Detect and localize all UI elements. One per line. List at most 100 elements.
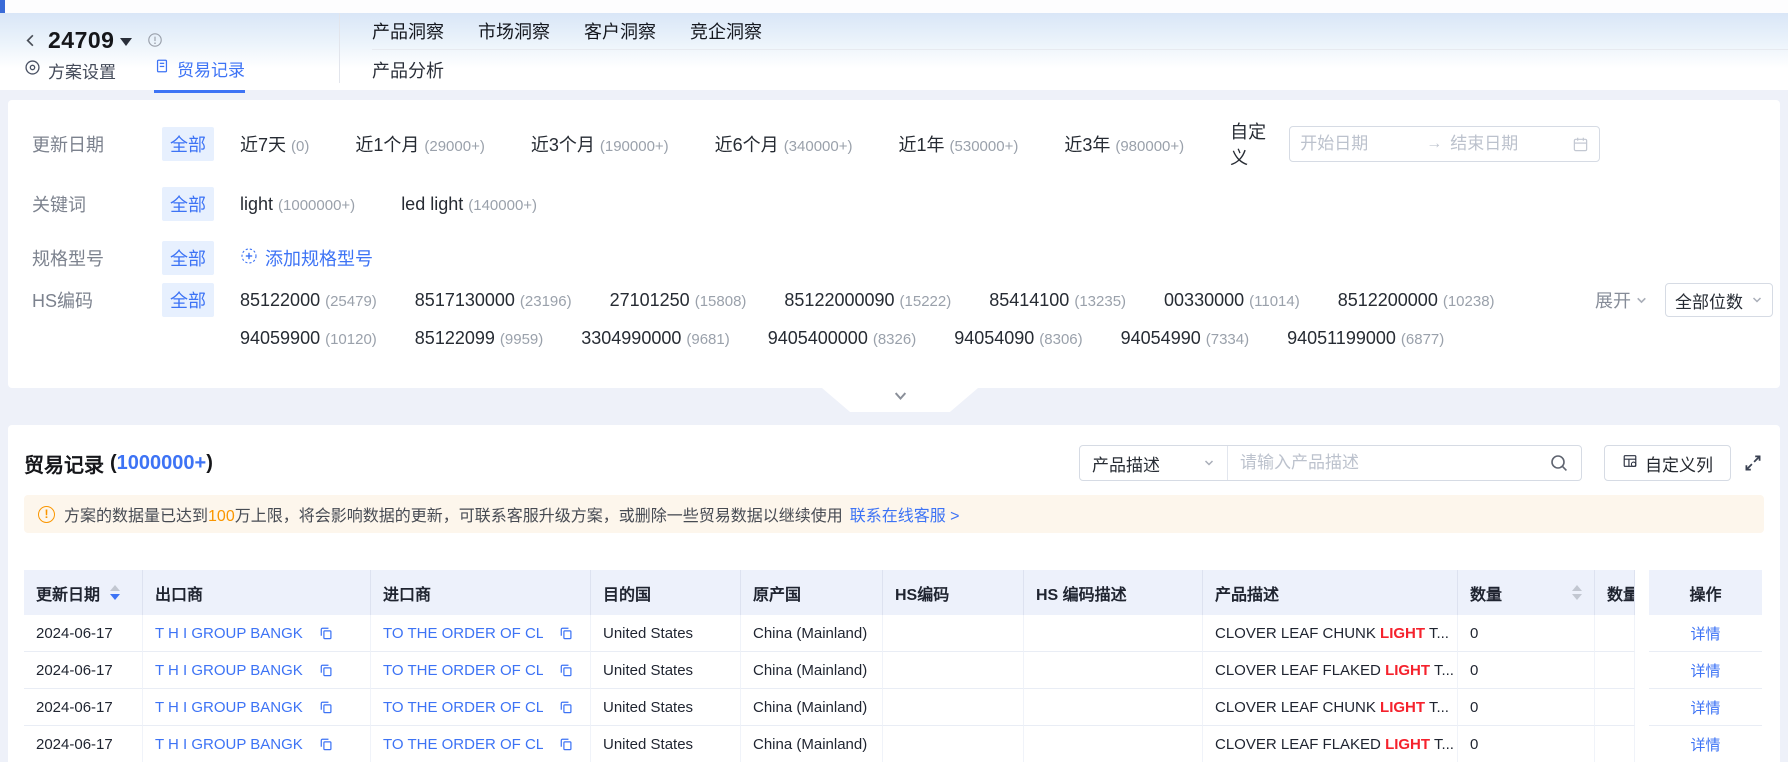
hs-code-all-chip[interactable]: 全部 <box>162 283 214 317</box>
date-range-picker[interactable]: → <box>1289 126 1600 162</box>
insight-subnav: 产品分析 <box>372 50 1788 90</box>
option-hs-code[interactable]: 8517130000 (23196) <box>415 290 572 311</box>
spec-all-chip[interactable]: 全部 <box>162 241 214 275</box>
cell-importer: TO THE ORDER OF CL <box>371 615 591 652</box>
option-last-3-years[interactable]: 近3年 (980000+) <box>1064 131 1184 157</box>
product-keyword-highlight: LIGHT <box>1385 661 1431 679</box>
option-text: 近3个月 <box>530 135 595 155</box>
trade-records-icon <box>154 58 170 79</box>
option-hs-code[interactable]: 94054090 (8306) <box>954 328 1082 349</box>
nav-competitor-insight[interactable]: 竞企洞察 <box>690 18 762 44</box>
option-hs-code[interactable]: 94051199000 (6877) <box>1287 328 1444 349</box>
plan-settings-icon <box>24 59 41 81</box>
expand-label: 展开 <box>1595 291 1631 311</box>
title-caret-down-icon[interactable] <box>120 37 133 46</box>
exporter-link[interactable]: T H I GROUP BANGK <box>155 662 303 679</box>
copy-icon[interactable] <box>319 626 333 640</box>
nav-market-insight[interactable]: 市场洞察 <box>478 18 550 44</box>
nav-product-analysis[interactable]: 产品分析 <box>372 57 444 83</box>
info-icon[interactable] <box>147 32 163 48</box>
tab-trade-records[interactable]: 贸易记录 <box>154 56 245 93</box>
back-icon[interactable] <box>22 32 39 49</box>
details-link[interactable]: 详情 <box>1690 626 1720 643</box>
end-date-input[interactable] <box>1450 134 1569 154</box>
nav-product-insight[interactable]: 产品洞察 <box>372 18 444 44</box>
details-link[interactable]: 详情 <box>1690 737 1720 754</box>
option-text: 8512200000 <box>1337 289 1438 310</box>
importer-link[interactable]: TO THE ORDER OF CL <box>383 625 543 642</box>
start-date-input[interactable] <box>1300 134 1419 154</box>
option-text: 85122000090 <box>784 289 895 310</box>
option-count: (15222) <box>899 292 952 310</box>
fullscreen-icon[interactable] <box>1742 452 1764 474</box>
option-hs-code[interactable]: 94059900 (10120) <box>240 328 377 349</box>
search-input[interactable] <box>1240 453 1549 473</box>
importer-link[interactable]: TO THE ORDER OF CL <box>383 699 543 716</box>
copy-icon[interactable] <box>319 700 333 714</box>
plan-title[interactable]: 24709 <box>48 27 114 54</box>
search-box <box>1228 446 1581 480</box>
details-link[interactable]: 详情 <box>1690 663 1720 680</box>
copy-icon[interactable] <box>559 626 573 640</box>
details-link[interactable]: 详情 <box>1690 700 1720 717</box>
banner-text-after: 万上限，将会影响数据的更新，可联系客服升级方案，或删除一些贸易数据以继续使用 <box>234 508 843 525</box>
option-keyword-led-light[interactable]: led light (140000+) <box>401 194 537 215</box>
option-hs-code[interactable]: 85122099 (9959) <box>415 328 543 349</box>
update-date-all-chip[interactable]: 全部 <box>162 127 214 161</box>
exporter-link[interactable]: T H I GROUP BANGK <box>155 625 303 642</box>
option-last-7-days[interactable]: 近7天 (0) <box>240 131 309 157</box>
add-icon <box>240 247 258 270</box>
option-hs-code[interactable]: 85414100 (13235) <box>989 290 1126 311</box>
copy-icon[interactable] <box>559 663 573 677</box>
add-spec-button[interactable]: 添加规格型号 <box>240 245 373 271</box>
exporter-link[interactable]: T H I GROUP BANGK <box>155 699 303 716</box>
tab-plan-settings-label: 方案设置 <box>48 62 116 82</box>
option-hs-code[interactable]: 27101250 (15808) <box>610 290 747 311</box>
option-hs-code[interactable]: 85122000090 (15222) <box>784 290 951 311</box>
keyword-all-chip[interactable]: 全部 <box>162 187 214 221</box>
exporter-link[interactable]: T H I GROUP BANGK <box>155 736 303 753</box>
option-count: (11014) <box>1249 292 1300 310</box>
nav-customer-insight[interactable]: 客户洞察 <box>584 18 656 44</box>
expand-hs-list-toggle[interactable]: 展开 <box>1595 287 1648 313</box>
option-hs-code[interactable]: 00330000 (11014) <box>1164 290 1300 311</box>
sort-control[interactable] <box>110 585 121 600</box>
hs-digits-select[interactable]: 全部位数 <box>1665 283 1773 317</box>
customize-columns-button[interactable]: 自定义列 <box>1604 445 1731 481</box>
product-text: T... <box>1425 698 1449 716</box>
importer-link[interactable]: TO THE ORDER OF CL <box>383 662 543 679</box>
column-header-importer: 进口商 <box>371 570 591 615</box>
search-icon[interactable] <box>1549 453 1569 473</box>
search-field-select[interactable]: 产品描述 <box>1080 446 1228 480</box>
cell-destination: United States <box>591 652 741 689</box>
option-count: (0) <box>291 138 310 155</box>
option-keyword-light[interactable]: light (1000000+) <box>240 194 355 215</box>
option-hs-code[interactable]: 8512200000 (10238) <box>1338 290 1495 311</box>
option-last-1-year[interactable]: 近1年 (530000+) <box>899 131 1019 157</box>
add-spec-label: 添加规格型号 <box>265 249 373 269</box>
contact-support-link[interactable]: 联系在线客服 > <box>850 502 960 526</box>
option-last-3-months[interactable]: 近3个月 (190000+) <box>531 131 669 157</box>
option-text: 94054990 <box>1120 327 1201 348</box>
copy-icon[interactable] <box>319 737 333 751</box>
sort-control[interactable] <box>1572 585 1582 600</box>
copy-icon[interactable] <box>559 700 573 714</box>
collapse-filters-tab[interactable] <box>822 388 978 412</box>
column-header-update-date[interactable]: 更新日期 <box>24 570 143 615</box>
option-hs-code[interactable]: 3304990000 (9681) <box>581 328 729 349</box>
copy-icon[interactable] <box>559 737 573 751</box>
option-count: (140000+) <box>468 196 538 214</box>
option-hs-code[interactable]: 94054990 (7334) <box>1121 328 1249 349</box>
cell-action: 详情 <box>1649 726 1762 762</box>
option-text: 85122000 <box>240 289 321 310</box>
option-hs-code[interactable]: 9405400000 (8326) <box>768 328 916 349</box>
tab-plan-settings[interactable]: 方案设置 <box>24 56 116 93</box>
filter-row-hs-code: HS编码 全部 85122000 (25479) 8517130000 (23196… <box>32 282 1600 318</box>
option-hs-code[interactable]: 85122000 (25479) <box>240 290 377 311</box>
custom-date-option[interactable]: 自定义 <box>1230 118 1279 170</box>
importer-link[interactable]: TO THE ORDER OF CL <box>383 736 543 753</box>
column-header-quantity[interactable]: 数量 <box>1458 570 1595 615</box>
option-last-1-month[interactable]: 近1个月 (29000+) <box>355 131 484 157</box>
option-last-6-months[interactable]: 近6个月 (340000+) <box>715 131 853 157</box>
copy-icon[interactable] <box>319 663 333 677</box>
